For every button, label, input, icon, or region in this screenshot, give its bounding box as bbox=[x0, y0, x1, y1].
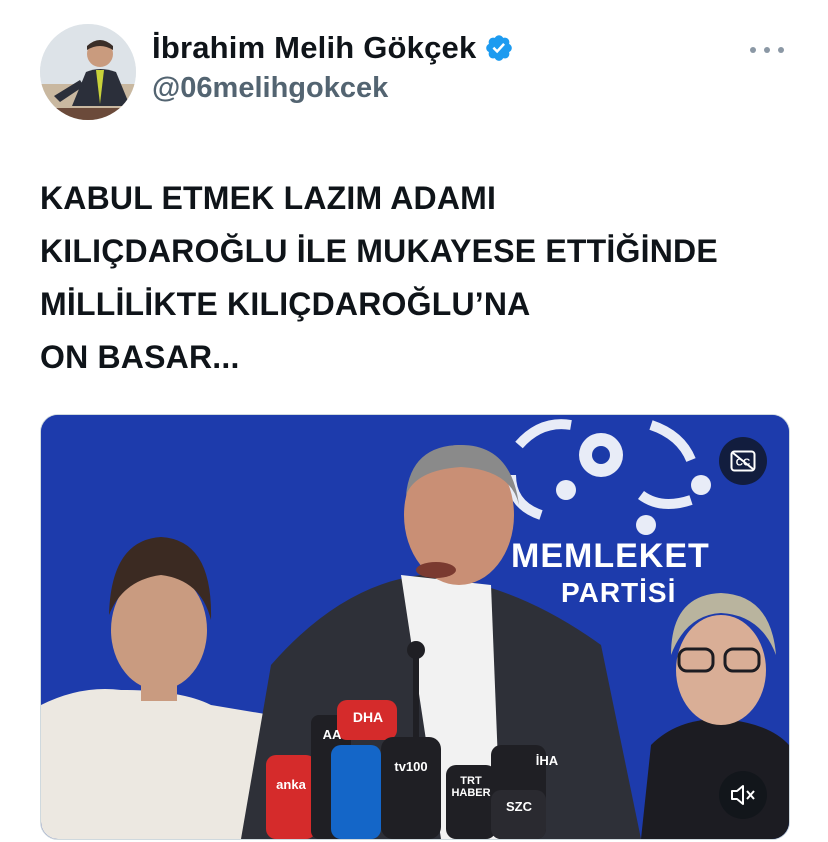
avatar-image bbox=[40, 24, 136, 120]
more-horizontal-icon[interactable] bbox=[750, 40, 784, 60]
mic-label-szc: SZC bbox=[506, 799, 532, 814]
mic-label-anka: anka bbox=[276, 777, 306, 792]
backdrop-logo-line2: PARTİSİ bbox=[561, 577, 677, 608]
author-display-name[interactable]: İbrahim Melih Gökçek bbox=[152, 30, 476, 66]
mic-label-dha: DHA bbox=[352, 709, 384, 725]
backdrop-logo-line1: MEMLEKET bbox=[511, 537, 710, 575]
tweet-header: İbrahim Melih Gökçek @06melihgokcek bbox=[40, 24, 800, 124]
more-dot bbox=[750, 47, 756, 53]
mic-label-tv100: tv100 bbox=[394, 759, 428, 774]
mic-label-trt-haber: TRT HABER bbox=[451, 775, 491, 799]
more-dot bbox=[778, 47, 784, 53]
video-player[interactable]: MEMLEKET PARTİSİ DHA AA anka tv100 İHA T… bbox=[40, 414, 790, 840]
tweet-text: KABUL ETMEK LAZIM ADAMI KILIÇDAROĞLU İLE… bbox=[40, 180, 718, 375]
mic-label-aa: AA bbox=[322, 727, 342, 742]
mic-label-iha: İHA bbox=[535, 753, 559, 768]
svg-text:CC: CC bbox=[736, 458, 750, 469]
more-dot bbox=[764, 47, 770, 53]
video-frame bbox=[41, 415, 789, 839]
closed-captions-icon[interactable]: CC bbox=[719, 437, 767, 485]
verified-badge-icon bbox=[486, 35, 513, 61]
mute-glyph bbox=[731, 785, 755, 805]
muted-speaker-icon[interactable] bbox=[719, 771, 767, 819]
cc-glyph: CC bbox=[730, 450, 756, 472]
author-handle[interactable]: @06melihgokcek bbox=[152, 72, 514, 105]
avatar[interactable] bbox=[40, 24, 136, 120]
